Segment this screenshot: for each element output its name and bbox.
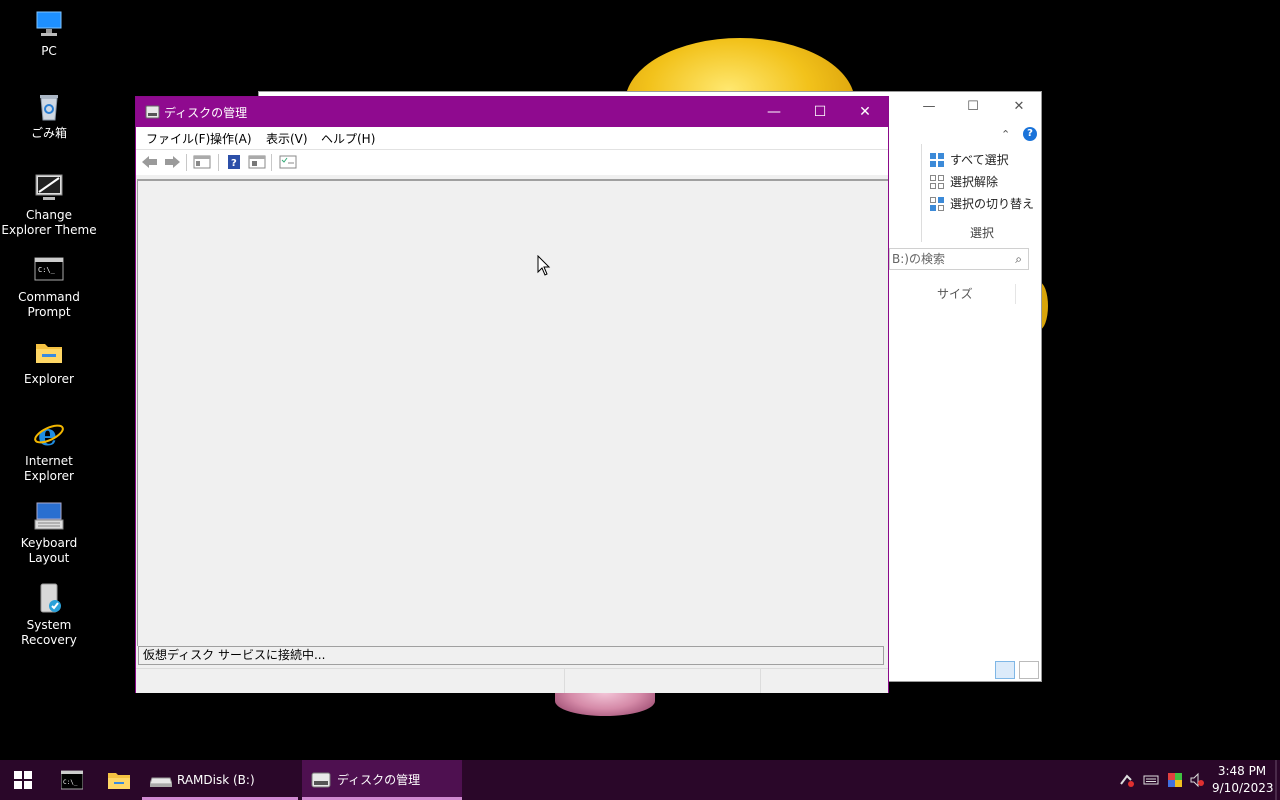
- color-flag-icon[interactable]: [1167, 772, 1183, 788]
- desktop-icon-label: Internet Explorer: [24, 454, 74, 483]
- minimize-button[interactable]: —: [751, 97, 797, 127]
- toolbar-separator: [218, 154, 219, 171]
- network-icon[interactable]: [1119, 772, 1135, 788]
- properties-icon[interactable]: [279, 154, 297, 170]
- title-bar[interactable]: ディスクの管理 — ☐ ✕: [136, 97, 888, 127]
- deselect-button[interactable]: 選択解除: [930, 172, 998, 192]
- explorer-maximize-button[interactable]: ☐: [951, 96, 995, 118]
- help-icon[interactable]: ?: [1023, 127, 1037, 141]
- select-all-icon: [930, 153, 944, 167]
- svg-text:e: e: [38, 418, 57, 450]
- mouse-cursor-icon: [537, 255, 551, 276]
- large-icons-view-icon[interactable]: [1019, 661, 1039, 679]
- desktop-icon-label: System Recovery: [21, 618, 77, 647]
- status-separator: [760, 669, 761, 693]
- drive-icon: [150, 777, 172, 787]
- pc-icon: [33, 8, 65, 40]
- toolbar-separator: [186, 154, 187, 171]
- system-recovery-icon: [33, 582, 65, 614]
- start-button[interactable]: [0, 760, 48, 800]
- menu-file[interactable]: ファイル(F): [146, 130, 210, 147]
- desktop-icon-explorer[interactable]: Explorer: [0, 336, 98, 387]
- clock-time: 3:48 PM: [1217, 764, 1267, 778]
- desktop-icon-label: PC: [41, 44, 57, 58]
- close-button[interactable]: ✕: [842, 97, 888, 127]
- invert-selection-icon: [930, 197, 944, 211]
- ribbon-group-label: 選択: [969, 226, 994, 240]
- clock[interactable]: 3:48 PM 9/10/2023: [1212, 763, 1274, 797]
- desktop-icon-label: Change Explorer Theme: [1, 208, 97, 237]
- taskbar: C:\_ RAMDisk (B:) ディスクの管理 3:48 PM 9/10/2…: [0, 760, 1280, 800]
- clock-date: 9/10/2023: [1212, 781, 1274, 795]
- back-arrow-icon[interactable]: [141, 154, 159, 170]
- show-desktop-button[interactable]: [1275, 760, 1277, 800]
- toolbar-separator: [271, 154, 272, 171]
- disk-management-window[interactable]: ディスクの管理 — ☐ ✕ ファイル(F) 操作(A) 表示(V) ヘルプ(H)…: [135, 96, 889, 693]
- menu-action[interactable]: 操作(A): [210, 130, 252, 147]
- select-all-button[interactable]: すべて選択: [930, 150, 1009, 170]
- taskbar-task-ramdisk[interactable]: RAMDisk (B:): [142, 760, 298, 800]
- taskbar-command-prompt[interactable]: C:\_: [48, 760, 96, 800]
- invert-selection-button[interactable]: 選択の切り替え: [930, 194, 1034, 214]
- taskbar-task-disk-management[interactable]: ディスクの管理: [302, 760, 462, 800]
- command-prompt-icon: C:\_: [33, 254, 65, 286]
- forward-arrow-icon[interactable]: [163, 154, 181, 170]
- desktop-icon-change-explorer-theme[interactable]: Change Explorer Theme: [0, 172, 98, 238]
- svg-text:C:\_: C:\_: [38, 266, 56, 274]
- explorer-close-button[interactable]: ✕: [997, 96, 1041, 118]
- desktop-icon-system-recovery[interactable]: System Recovery: [0, 582, 98, 648]
- menu-help[interactable]: ヘルプ(H): [321, 130, 375, 147]
- keyboard-icon[interactable]: [1143, 772, 1159, 788]
- ribbon-collapse-icon[interactable]: ⌃: [1001, 128, 1010, 141]
- main-pane[interactable]: [137, 179, 888, 646]
- keyboard-icon: [33, 500, 65, 532]
- monitor-icon: [33, 172, 65, 204]
- internet-explorer-icon: e: [33, 418, 65, 453]
- windows-logo-icon: [14, 771, 32, 789]
- search-icon: ⌕: [1015, 252, 1022, 266]
- desktop-icon-recycle-bin[interactable]: ごみ箱: [0, 90, 98, 141]
- status-separator: [564, 669, 565, 693]
- desktop-icon-label: ごみ箱: [30, 126, 67, 140]
- desktop-icon-label: Keyboard Layout: [20, 536, 78, 565]
- folder-icon: [33, 336, 65, 368]
- desktop-icon-label: Command Prompt: [18, 290, 80, 319]
- window-title: ディスクの管理: [164, 106, 248, 120]
- disk-management-icon: [311, 772, 331, 788]
- details-view-icon[interactable]: [995, 661, 1015, 679]
- show-hide-tree-icon[interactable]: [193, 154, 211, 170]
- folder-icon: [108, 773, 130, 789]
- ribbon-group-select: すべて選択 選択解除 選択の切り替え 選択: [921, 144, 1042, 242]
- column-header-size[interactable]: サイズ: [931, 284, 1016, 304]
- bottom-status-strip: [136, 668, 888, 693]
- help-book-icon[interactable]: ?: [225, 154, 243, 170]
- action-pane-icon[interactable]: [248, 154, 266, 170]
- disk-management-icon: [145, 105, 160, 119]
- explorer-minimize-button[interactable]: —: [907, 96, 951, 118]
- toolbar: ?: [136, 150, 888, 175]
- svg-text:C:\_: C:\_: [63, 779, 78, 786]
- desktop-icon-keyboard-layout[interactable]: Keyboard Layout: [0, 500, 98, 566]
- menu-bar: ファイル(F) 操作(A) 表示(V) ヘルプ(H): [136, 127, 888, 150]
- explorer-search-input[interactable]: B:)の検索 ⌕: [889, 248, 1029, 270]
- command-prompt-icon: C:\_: [61, 770, 83, 790]
- desktop-icon-label: Explorer: [24, 372, 74, 386]
- desktop-icon-pc[interactable]: PC: [0, 8, 98, 59]
- svg-text:?: ?: [231, 158, 237, 169]
- volume-muted-icon[interactable]: [1189, 772, 1205, 788]
- maximize-button[interactable]: ☐: [797, 97, 843, 127]
- desktop-icon-internet-explorer[interactable]: e Internet Explorer: [0, 418, 98, 484]
- recycle-bin-icon: [33, 90, 65, 122]
- taskbar-explorer[interactable]: [96, 760, 142, 800]
- menu-view[interactable]: 表示(V): [266, 130, 308, 147]
- deselect-icon: [930, 175, 944, 189]
- status-bar: 仮想ディスク サービスに接続中...: [138, 646, 884, 665]
- desktop-icon-command-prompt[interactable]: C:\_ Command Prompt: [0, 254, 98, 320]
